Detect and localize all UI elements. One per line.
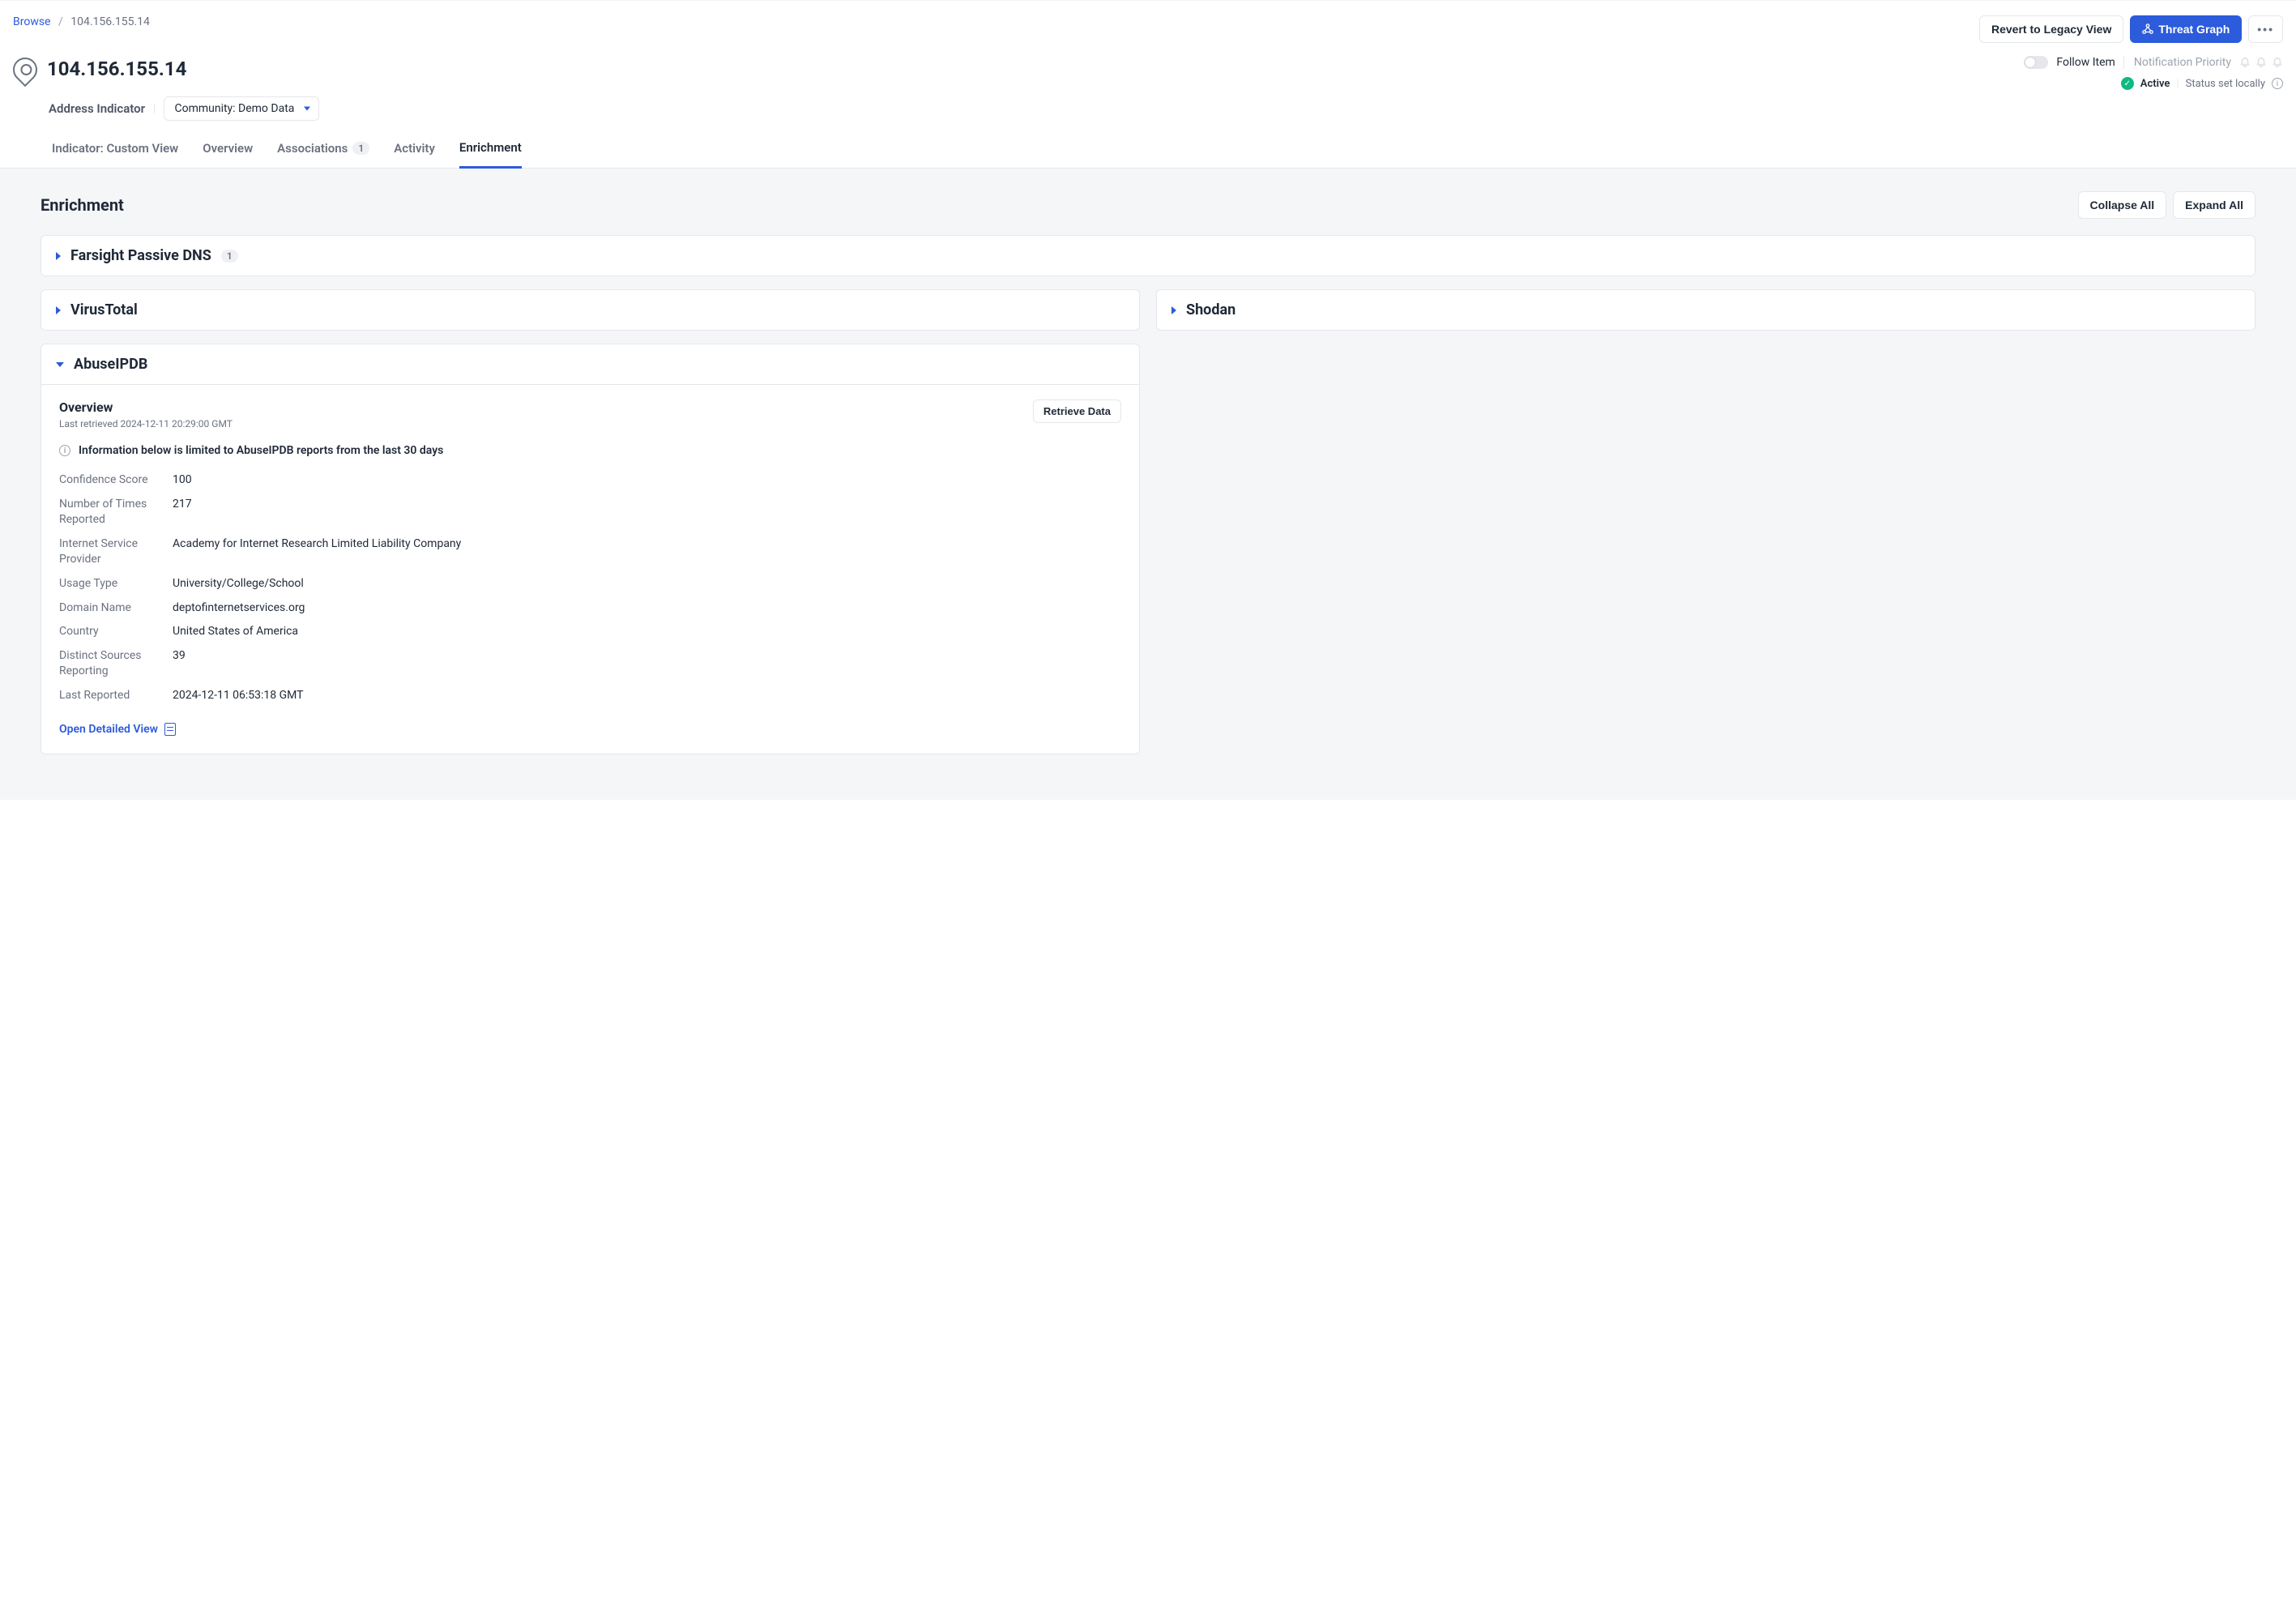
document-icon xyxy=(164,723,176,736)
graph-icon xyxy=(2142,24,2153,35)
content-heading: Enrichment xyxy=(41,195,124,215)
panel-virustotal: VirusTotal xyxy=(41,289,1140,331)
tabs: Indicator: Custom View Overview Associat… xyxy=(0,121,2296,169)
info-icon: i xyxy=(59,445,70,456)
chevron-right-icon xyxy=(1171,306,1176,314)
bell-icon[interactable] xyxy=(2239,57,2251,68)
panel-abuseipdb: AbuseIPDB Overview Last retrieved 2024-1… xyxy=(41,344,1140,754)
kv-last-reported: Last Reported 2024-12-11 06:53:18 GMT xyxy=(59,684,1121,708)
breadcrumb-root-link[interactable]: Browse xyxy=(13,15,50,28)
panel-farsight-header[interactable]: Farsight Passive DNS 1 xyxy=(41,236,2255,276)
notification-bells xyxy=(2239,57,2283,68)
page-title: 104.156.155.14 xyxy=(47,58,186,80)
open-detailed-view-label: Open Detailed View xyxy=(59,723,158,736)
status-check-icon: ✓ xyxy=(2121,77,2134,90)
kv-domain: Domain Name deptofinternetservices.org xyxy=(59,596,1121,621)
panel-abuseipdb-header[interactable]: AbuseIPDB xyxy=(41,344,1139,384)
kv-country: Country United States of America xyxy=(59,620,1121,644)
indicator-type-label: Address Indicator xyxy=(49,101,145,116)
threat-graph-button[interactable]: Threat Graph xyxy=(2130,15,2242,43)
breadcrumb: Browse / 104.156.155.14 xyxy=(13,15,150,28)
panel-virustotal-header[interactable]: VirusTotal xyxy=(41,290,1139,330)
chevron-right-icon xyxy=(56,252,61,260)
tab-custom-view[interactable]: Indicator: Custom View xyxy=(52,140,178,168)
open-detailed-view-link[interactable]: Open Detailed View xyxy=(59,723,176,736)
breadcrumb-current: 104.156.155.14 xyxy=(70,15,150,28)
abuseipdb-retrieved: Last retrieved 2024-12-11 20:29:00 GMT xyxy=(59,418,233,429)
kv-usage: Usage Type University/College/School xyxy=(59,572,1121,596)
community-select[interactable]: Community: Demo Data xyxy=(164,96,319,121)
kv-reported: Number of Times Reported 217 xyxy=(59,493,1121,532)
kv-confidence: Confidence Score 100 xyxy=(59,468,1121,493)
status-note: Status set locally xyxy=(2186,78,2265,90)
tab-activity[interactable]: Activity xyxy=(394,140,435,168)
chevron-right-icon xyxy=(56,306,61,314)
panel-abuseipdb-title: AbuseIPDB xyxy=(74,356,147,373)
panel-shodan-header[interactable]: Shodan xyxy=(1157,290,2255,330)
expand-all-button[interactable]: Expand All xyxy=(2173,191,2255,219)
abuseipdb-notice: i Information below is limited to AbuseI… xyxy=(59,444,1121,457)
revert-legacy-button[interactable]: Revert to Legacy View xyxy=(1979,15,2123,43)
collapse-all-button[interactable]: Collapse All xyxy=(2078,191,2167,219)
kv-isp: Internet Service Provider Academy for In… xyxy=(59,532,1121,572)
info-icon[interactable]: i xyxy=(2272,78,2283,89)
bell-icon[interactable] xyxy=(2255,57,2267,68)
retrieve-data-button[interactable]: Retrieve Data xyxy=(1033,400,1121,423)
tab-associations[interactable]: Associations 1 xyxy=(277,140,369,168)
community-select-value: Community: Demo Data xyxy=(174,102,294,115)
breadcrumb-separator: / xyxy=(58,15,63,28)
tab-enrichment[interactable]: Enrichment xyxy=(459,140,522,169)
panel-shodan-title: Shodan xyxy=(1186,301,1235,318)
status-label: Active xyxy=(2140,78,2170,90)
tab-associations-label: Associations xyxy=(277,141,348,156)
associations-count-badge: 1 xyxy=(352,142,369,155)
threat-graph-label: Threat Graph xyxy=(2158,23,2230,36)
location-pin-icon xyxy=(8,53,42,87)
notification-priority-label: Notification Priority xyxy=(2123,56,2231,69)
chevron-down-icon xyxy=(304,107,310,111)
panel-farsight: Farsight Passive DNS 1 xyxy=(41,235,2255,276)
follow-item-label: Follow Item xyxy=(2056,56,2115,69)
kv-distinct: Distinct Sources Reporting 39 xyxy=(59,644,1121,684)
panel-virustotal-title: VirusTotal xyxy=(70,301,138,318)
panel-shodan: Shodan xyxy=(1156,289,2255,331)
more-actions-button[interactable]: ••• xyxy=(2248,15,2283,43)
ellipsis-icon: ••• xyxy=(2257,23,2274,36)
bell-icon[interactable] xyxy=(2272,57,2283,68)
panel-farsight-count: 1 xyxy=(221,250,238,263)
follow-item-toggle[interactable] xyxy=(2024,56,2048,69)
abuseipdb-notice-text: Information below is limited to AbuseIPD… xyxy=(79,444,443,457)
abuseipdb-overview-label: Overview xyxy=(59,400,233,415)
chevron-down-icon xyxy=(56,362,64,367)
panel-farsight-title: Farsight Passive DNS xyxy=(70,247,211,264)
tab-overview[interactable]: Overview xyxy=(203,140,253,168)
